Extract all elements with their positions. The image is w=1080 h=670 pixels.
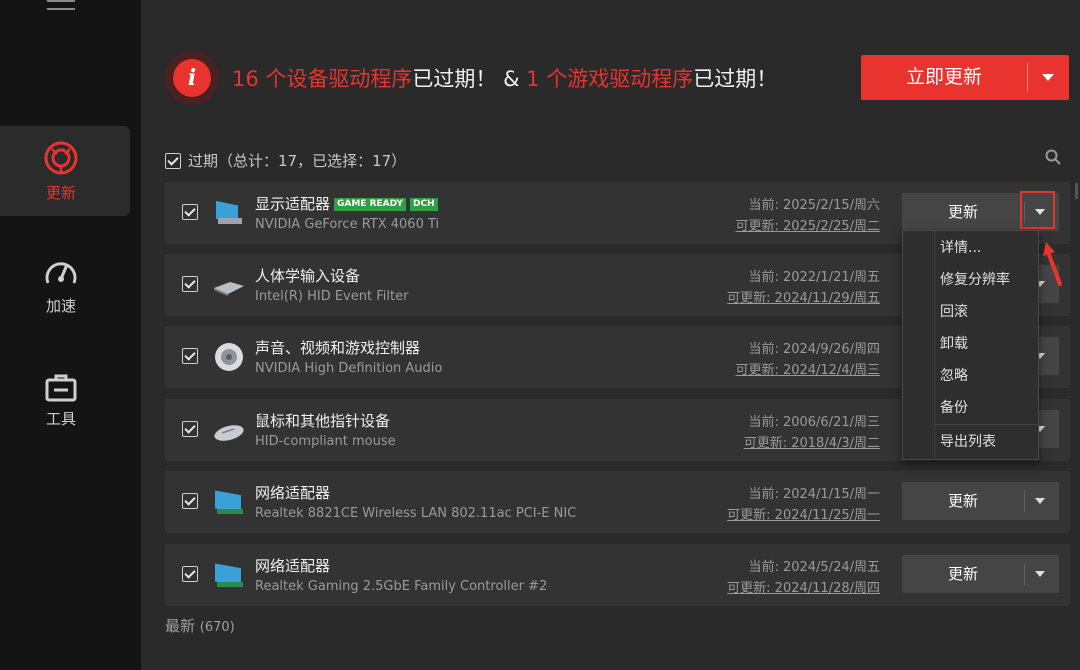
select-all-checkbox[interactable] xyxy=(165,153,181,169)
current-date: 当前: 2025/2/15/周六 xyxy=(748,198,880,213)
device-name: 网络适配器 xyxy=(255,557,331,575)
update-button[interactable]: 更新 xyxy=(902,191,1059,231)
update-button-label: 更新 xyxy=(947,565,978,583)
device-checkbox[interactable] xyxy=(182,566,198,582)
device-driver: Intel(R) HID Event Filter xyxy=(255,289,409,304)
latest-count: (670) xyxy=(199,620,235,635)
update-button-label: 更新 xyxy=(947,492,978,510)
update-options-dropdown: 详情... 修复分辨率 回滚 卸载 忽略 备份 导出列表 xyxy=(902,230,1039,460)
available-date-link[interactable]: 可更新: 2018/4/3/周二 xyxy=(744,432,880,451)
dch-badge: DCH xyxy=(409,198,438,211)
device-name: 声音、视频和游戏控制器 xyxy=(255,339,421,357)
current-date: 当前: 2022/1/21/周五 xyxy=(748,270,880,285)
mouse-icon xyxy=(214,425,244,441)
device-checkbox[interactable] xyxy=(182,348,198,364)
menu-item-details[interactable]: 详情... xyxy=(940,237,981,257)
device-checkbox[interactable] xyxy=(182,276,198,292)
device-name: 显示适配器 GAME READY DCH xyxy=(255,193,438,214)
nav-label-speedup: 加速 xyxy=(45,297,76,315)
menu-item-ignore[interactable]: 忽略 xyxy=(940,365,968,385)
update-all-button[interactable]: 立即更新 xyxy=(861,55,1069,100)
network-adapter-icon xyxy=(215,490,243,514)
device-name: 鼠标和其他指针设备 xyxy=(255,412,391,430)
game-count: 1 xyxy=(526,67,540,91)
network-adapter-icon xyxy=(215,563,243,587)
device-count: 16 xyxy=(232,67,259,91)
available-date-link[interactable]: 可更新: 2024/12/4/周三 xyxy=(735,359,880,378)
update-button[interactable]: 更新 xyxy=(902,482,1059,520)
display-adapter-icon xyxy=(216,200,242,224)
scrollbar[interactable] xyxy=(1075,183,1078,199)
update-icon xyxy=(44,141,78,175)
device-driver: NVIDIA High Definition Audio xyxy=(255,361,443,376)
menu-item-uninstall[interactable]: 卸载 xyxy=(940,333,968,353)
current-date: 当前: 2024/5/24/周五 xyxy=(748,560,880,575)
device-checkbox[interactable] xyxy=(182,493,198,509)
nav-item-tools[interactable]: 工具 xyxy=(0,358,130,448)
device-driver: HID-compliant mouse xyxy=(255,434,396,449)
current-date: 当前: 2024/9/26/周四 xyxy=(748,342,880,357)
update-button-label: 更新 xyxy=(947,203,978,221)
current-date: 当前: 2024/1/15/周一 xyxy=(748,487,880,502)
hamburger-menu-icon[interactable] xyxy=(47,0,75,14)
available-date-link[interactable]: 可更新: 2024/11/29/周五 xyxy=(727,287,880,306)
game-ready-badge: GAME READY xyxy=(334,198,406,211)
available-date-link[interactable]: 可更新: 2024/11/28/周四 xyxy=(727,577,880,596)
device-text: 个设备驱动程序 xyxy=(258,67,413,91)
device-row: 网络适配器 Realtek Gaming 2.5GbE Family Contr… xyxy=(165,544,1070,606)
speedometer-icon xyxy=(45,262,77,284)
speaker-icon xyxy=(215,343,243,371)
outdated-section-label: 过期（总计：17，已选择：17） xyxy=(188,152,407,170)
menu-item-rollback[interactable]: 回滚 xyxy=(940,301,968,321)
device-checkbox[interactable] xyxy=(182,204,198,220)
chevron-down-icon[interactable] xyxy=(1042,74,1054,81)
toolbox-icon xyxy=(45,374,77,402)
device-driver: Realtek Gaming 2.5GbE Family Controller … xyxy=(255,579,548,594)
outdated-headline: 16 个设备驱动程序已过期！ & 1 个游戏驱动程序已过期！ xyxy=(232,63,777,93)
device-driver: Realtek 8821CE Wireless LAN 802.11ac PCI… xyxy=(255,506,577,521)
available-date-link[interactable]: 可更新: 2024/11/25/周一 xyxy=(727,504,880,523)
hid-device-icon xyxy=(214,282,244,296)
chevron-down-icon[interactable] xyxy=(1035,571,1045,577)
latest-label: 最新 xyxy=(165,617,196,635)
current-date: 当前: 2006/6/21/周三 xyxy=(748,415,880,430)
update-button[interactable]: 更新 xyxy=(902,555,1059,593)
alert-icon: i xyxy=(165,51,219,105)
available-date-link[interactable]: 可更新: 2025/2/25/周二 xyxy=(735,215,880,234)
device-driver: NVIDIA GeForce RTX 4060 Ti xyxy=(255,217,440,232)
device-name: 人体学输入设备 xyxy=(255,267,361,285)
update-all-label: 立即更新 xyxy=(905,66,982,88)
nav-label-tools: 工具 xyxy=(45,410,76,428)
search-icon[interactable] xyxy=(1045,149,1061,165)
device-row: 网络适配器 Realtek 8821CE Wireless LAN 802.11… xyxy=(165,471,1070,533)
menu-item-fix-resolution[interactable]: 修复分辨率 xyxy=(940,269,1010,289)
menu-item-backup[interactable]: 备份 xyxy=(940,397,968,417)
device-name: 网络适配器 xyxy=(255,484,331,502)
device-checkbox[interactable] xyxy=(182,421,198,437)
nav-label-update: 更新 xyxy=(45,184,76,202)
annotation-arrow-icon xyxy=(1043,242,1062,286)
game-text: 个游戏驱动程序 xyxy=(539,67,694,91)
chevron-down-icon[interactable] xyxy=(1035,498,1045,504)
menu-item-export-list[interactable]: 导出列表 xyxy=(940,431,996,451)
nav-item-speedup[interactable]: 加速 xyxy=(0,245,130,335)
headline-end: 已过期！ xyxy=(693,67,778,91)
nav-item-update[interactable]: 更新 xyxy=(0,126,130,216)
sidebar: 更新 加速 工具 xyxy=(0,0,141,670)
latest-section-label: 最新 (670) xyxy=(165,615,235,636)
headline-mid: 已过期！ & xyxy=(412,67,527,91)
highlight-box xyxy=(1020,191,1055,229)
